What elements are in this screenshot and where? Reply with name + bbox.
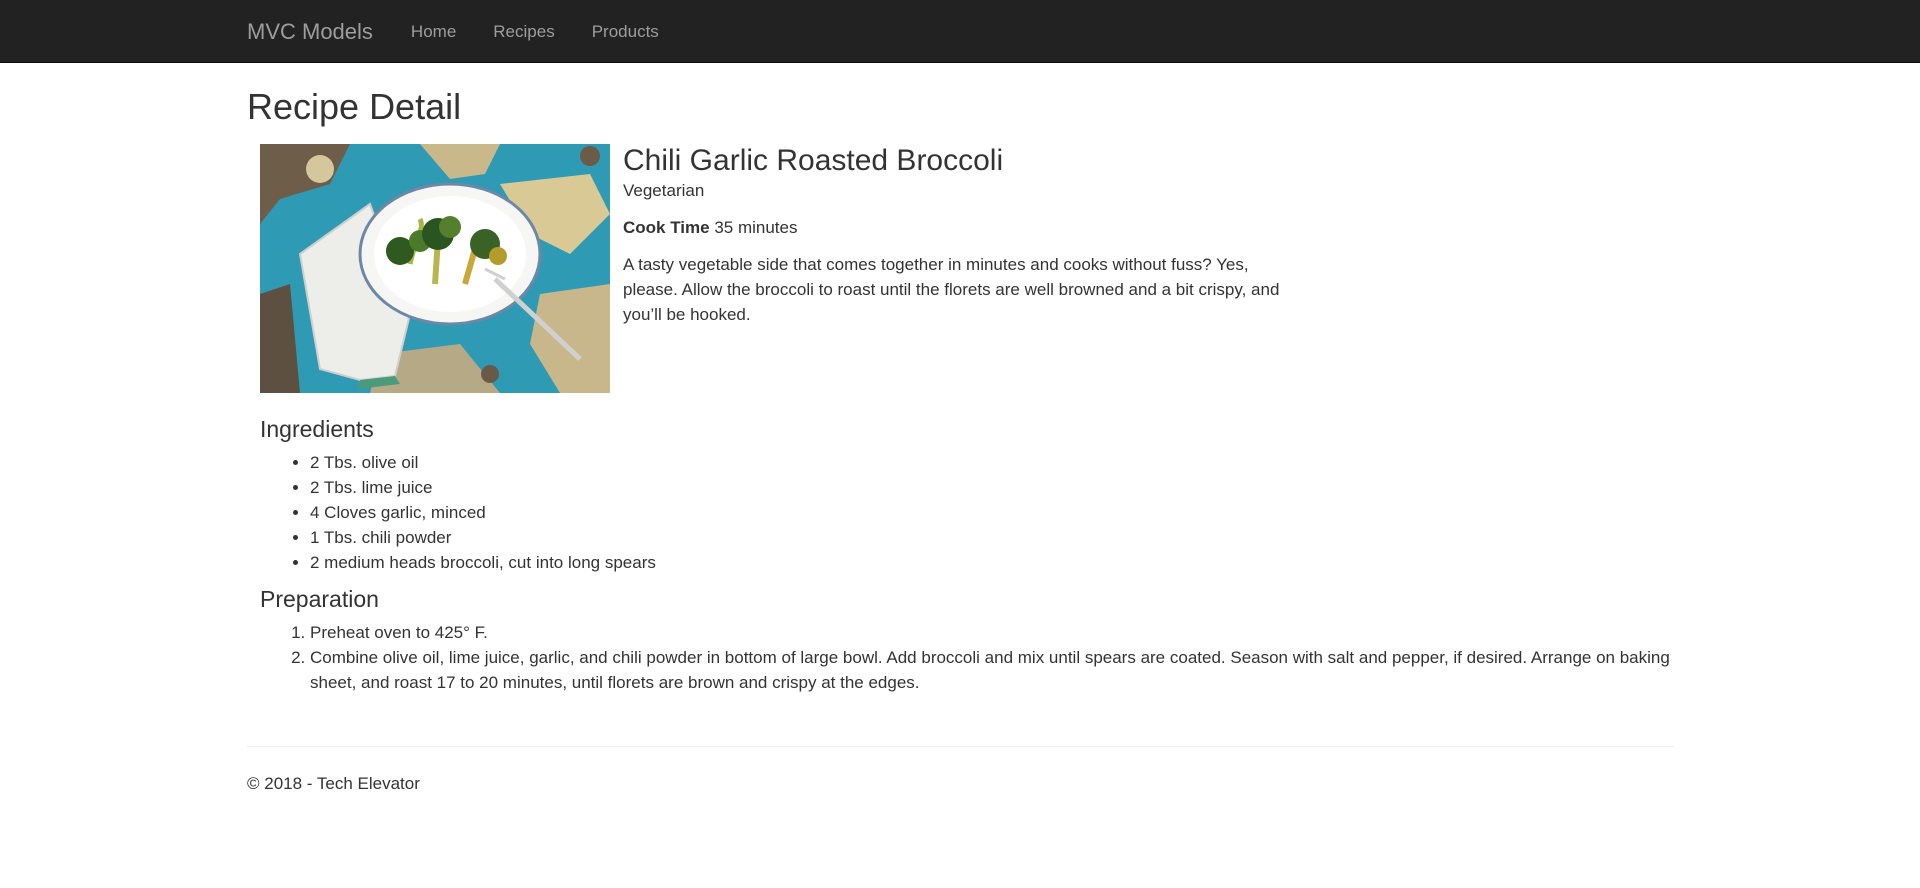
ingredients-section: Ingredients 2 Tbs. olive oil 2 Tbs. lime… [260,415,1674,695]
ingredient-item: 2 Tbs. olive oil [310,450,1674,475]
preparation-step: Preheat oven to 425° F. [310,620,1674,645]
ingredient-item: 1 Tbs. chili powder [310,525,1674,550]
ingredient-item: 2 medium heads broccoli, cut into long s… [310,550,1674,575]
cook-time-label: Cook Time [623,218,710,237]
ingredient-item: 4 Cloves garlic, minced [310,500,1674,525]
top-navbar: MVC Models Home Recipes Products [0,0,1920,63]
footer-copyright: © 2018 - Tech Elevator [247,774,420,793]
preparation-heading: Preparation [260,586,379,612]
brand-link[interactable]: MVC Models [247,19,373,45]
ingredients-list: 2 Tbs. olive oil 2 Tbs. lime juice 4 Clo… [260,450,1674,575]
preparation-step: Combine olive oil, lime juice, garlic, a… [310,645,1674,695]
footer: © 2018 - Tech Elevator [247,773,1674,795]
recipe-type: Vegetarian [623,181,705,200]
recipe-photo [260,144,610,393]
recipe-name: Chili Garlic Roasted Broccoli [623,144,1004,177]
nav-link-products[interactable]: Products [592,22,659,42]
cook-time: Cook Time 35 minutes [623,217,1303,239]
preparation-list: Preheat oven to 425° F. Combine olive oi… [260,620,1674,695]
navbar-inner: MVC Models Home Recipes Products [247,0,696,63]
footer-divider [247,746,1674,747]
nav-link-recipes[interactable]: Recipes [493,22,554,42]
cook-time-value: 35 minutes [714,218,798,237]
ingredients-heading: Ingredients [260,416,374,442]
ingredient-item: 2 Tbs. lime juice [310,475,1674,500]
page-title: Recipe Detail [247,86,462,127]
nav-link-home[interactable]: Home [411,22,456,42]
recipe-info: Chili Garlic Roasted Broccoli Vegetarian… [623,144,1303,327]
recipe-description: A tasty vegetable side that comes togeth… [623,255,1280,324]
main-container: Recipe Detail Chili Garlic Roasted Brocc… [247,63,1674,795]
recipe-detail: Chili Garlic Roasted Broccoli Vegetarian… [260,144,1674,393]
